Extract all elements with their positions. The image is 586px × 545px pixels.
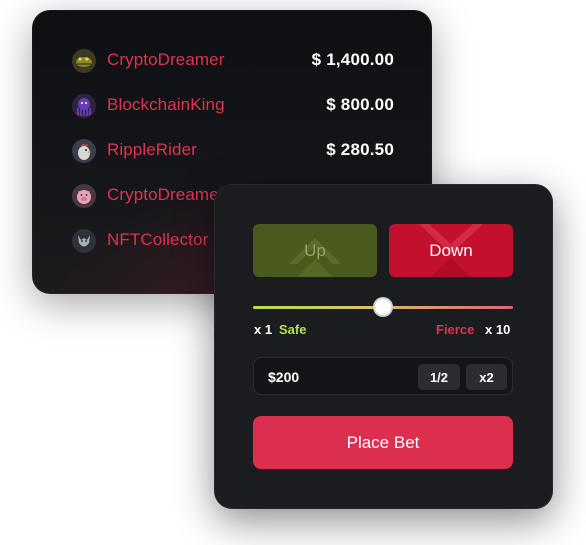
fierce-label: Fierce (436, 322, 475, 337)
wolf-avatar-icon (72, 229, 96, 253)
username: BlockchainKing (107, 95, 225, 114)
username: CryptoDreamer (107, 185, 225, 204)
username: CryptoDreamer (107, 50, 225, 69)
up-button-label: Up (304, 240, 326, 260)
double-button[interactable]: x2 (466, 364, 507, 390)
min-multiplier: x 1 (254, 322, 273, 337)
bet-amount-box: 1/2 x2 (253, 357, 513, 395)
bet-amount-input[interactable] (268, 367, 408, 387)
bet-panel: Up Down x 1 Safe Fierce x 10 1/2 x2 Plac… (214, 184, 553, 509)
crocodile-avatar-icon (72, 49, 96, 73)
pig-avatar-icon (72, 184, 96, 208)
username: NFTCollector (107, 230, 209, 249)
leaderboard-row: RippleRider $ 280.50 (72, 137, 394, 167)
amount: $ 280.50 (326, 140, 394, 159)
amount: $ 1,400.00 (311, 50, 394, 69)
amount: $ 800.00 (326, 95, 394, 114)
place-bet-button[interactable]: Place Bet (253, 416, 513, 469)
username: RippleRider (107, 140, 197, 159)
max-multiplier: x 10 (485, 322, 511, 337)
down-button[interactable]: Down (389, 224, 513, 277)
leaderboard-row: CryptoDreamer $ 1,400.00 (72, 47, 394, 77)
down-button-label: Down (429, 240, 473, 260)
rooster-avatar-icon (72, 139, 96, 163)
risk-slider-thumb[interactable] (375, 299, 391, 315)
octopus-avatar-icon (72, 94, 96, 118)
half-button[interactable]: 1/2 (418, 364, 460, 390)
leaderboard-row: BlockchainKing $ 800.00 (72, 92, 394, 122)
up-button[interactable]: Up (253, 224, 377, 277)
safe-label: Safe (279, 322, 307, 337)
